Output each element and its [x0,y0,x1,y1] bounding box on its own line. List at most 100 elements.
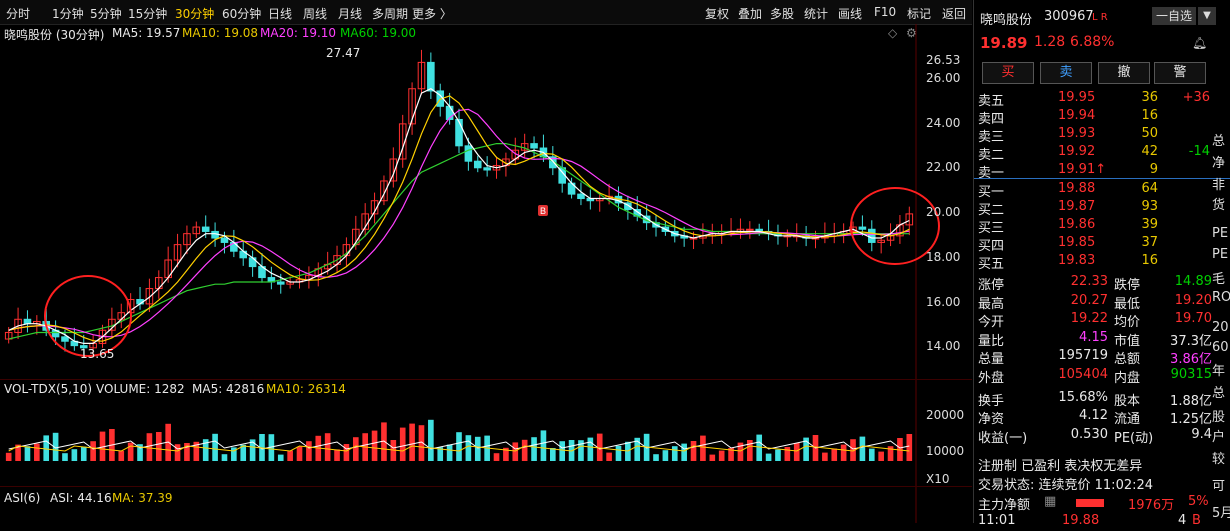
side-panel-label: 净 [1212,156,1226,171]
sell-button[interactable]: 卖 [1040,62,1092,84]
kline-chart[interactable]: B [0,24,972,523]
stat-value: 3.86亿 [1170,352,1212,368]
ask-label: 卖三 [978,130,1005,145]
volume-bar [681,443,687,461]
ask-volume: 16 [1141,108,1158,123]
stat-value: 14.89 [1174,274,1212,289]
overlay-button[interactable]: 叠加 [738,5,762,22]
stat-label: 总量 [978,352,1005,368]
vol-unit: X10 [926,472,950,486]
tab-分时[interactable]: 分时 [6,5,30,22]
statistics-button[interactable]: 统计 [804,5,828,22]
volume-bar [868,448,875,461]
self-select-button[interactable]: 一自选 [1152,7,1196,25]
volume-bar [465,435,472,461]
tab-1min[interactable]: 1分钟 [52,5,84,22]
candle-body [530,143,538,149]
candle-body [464,145,473,162]
volume-bar [80,446,87,461]
tick-row: 11:01 19.88 4 B [978,513,1201,528]
bid-volume: 64 [1141,181,1158,196]
volume-bar [334,449,340,461]
volume-bar [709,454,716,461]
fuquan-button[interactable]: 复权 [705,5,729,22]
candle-body [427,61,435,92]
side-panel-label: 60 [1212,340,1229,355]
stat-row: 换手 15.68% 股本 1.88亿 [978,389,1212,409]
stat-row: 涨停 22.33 跌停 14.89 [978,274,1212,293]
candle-body [577,193,585,200]
vol-ma5-value: MA5: 42816 [192,382,265,396]
volume-bar [793,443,800,461]
more-menu[interactable]: 更多 〉 [412,5,452,22]
asi-ma-value: MA: 37.39 [112,491,173,505]
stat-value: 15.68% [1058,389,1108,405]
volume-bar [446,444,453,461]
dropdown-icon[interactable]: ▼ [1198,7,1216,25]
volume-bar [671,446,678,461]
stat-value: 90315 [1170,367,1212,382]
tab-5min[interactable]: 5分钟 [90,5,122,22]
settings-icon[interactable]: ⚙ [906,26,917,40]
bid-volume: 39 [1141,217,1158,232]
volume-bar [606,452,612,461]
bell-icon[interactable]: 🔔︎ [1192,36,1207,50]
panel-divider [0,486,972,487]
bid-label: 买一 [978,185,1005,200]
main-net-flow: 主力净额 ▦ 1976万 5% [978,494,1209,513]
price-tick: 16.00 [926,295,961,309]
stat-label: PE(动) [1114,430,1154,446]
stat-row: 总量 195719 总额 3.86亿 [978,348,1212,368]
low-price-label: 13.65 [80,347,115,361]
stat-label: 总额 [1114,352,1141,368]
volume-bar [831,448,838,461]
buy-button[interactable]: 买 [982,62,1034,84]
volume-bar [118,450,125,461]
tab-30min[interactable]: 30分钟 [175,5,214,22]
stat-label: 净资 [978,412,1005,428]
f10-button[interactable]: F10 [874,5,896,19]
price-change-pct: 6.88% [1070,34,1115,50]
tab-daily[interactable]: 日线 [268,5,292,22]
tab-15min[interactable]: 15分钟 [128,5,167,22]
tab-60min[interactable]: 60分钟 [222,5,261,22]
volume-bar [399,427,406,461]
diamond-icon[interactable]: ◇ [888,26,897,40]
stat-value: 20.27 [1070,292,1108,308]
side-panel-label: 户 [1212,430,1226,445]
side-panel-label: 5月 [1212,506,1230,521]
ask-change: +36 [1182,90,1210,105]
alert-button[interactable]: 警 [1154,62,1206,84]
ma20-legend: MA20: 19.10 [260,26,337,40]
tab-weekly[interactable]: 周线 [303,5,327,22]
mark-button[interactable]: 标记 [907,5,931,22]
stat-row: 最高 20.27 最低 19.20 [978,292,1212,312]
candle-body [868,228,876,243]
stock-tags: 注册制 已盈利 表决权无差异 [978,459,1143,474]
kline-chart-area[interactable]: B 晓鸣股份 (30分钟) MA5: 19.57 MA10: 19.08 MA2… [0,24,972,523]
multi-stock-button[interactable]: 多股 [770,5,794,22]
ask-row: 卖四 19.94 16 [978,108,1208,127]
bid-price: 19.86 [1058,217,1096,232]
lr-flags: L R [1092,12,1108,23]
volume-bar [493,453,500,461]
flow-bar [1076,499,1104,507]
volume-bar [343,444,350,461]
back-button[interactable]: 返回 [942,5,966,22]
stat-label: 流通 [1114,412,1141,428]
volume-bar [296,446,303,461]
volume-bar [718,450,725,461]
tab-multi-period[interactable]: 多周期 [372,5,408,22]
candle-body [23,318,32,325]
candle-body [61,336,69,342]
stat-value: 19.22 [1070,311,1108,327]
cancel-order-button[interactable]: 撤 [1098,62,1150,84]
volume-bar [62,453,68,461]
ask-price: 19.95 [1058,90,1096,105]
ask-row: 卖五 19.95 36 +36 [978,90,1210,109]
tab-monthly[interactable]: 月线 [338,5,362,22]
volume-bar [90,441,96,461]
draw-line-button[interactable]: 画线 [838,5,862,22]
stat-value: 1.88亿 [1170,393,1212,409]
vol-tick: 20000 [926,408,965,422]
